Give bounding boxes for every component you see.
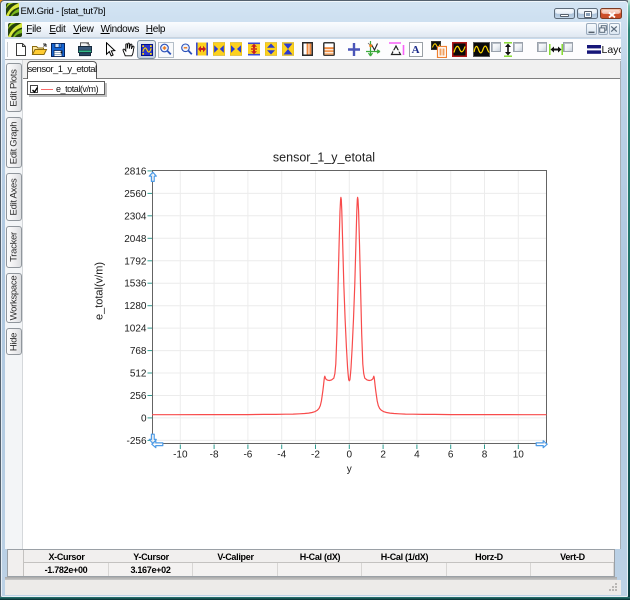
svg-text:2048: 2048 [124,234,147,245]
svg-text:1280: 1280 [124,301,147,312]
svg-text:2: 2 [380,450,386,461]
svg-text:-256: -256 [126,436,146,447]
svg-text:768: 768 [130,346,147,357]
svg-text:0: 0 [141,413,147,424]
svg-text:0: 0 [347,450,353,461]
svg-text:e_total(v/m): e_total(v/m) [94,262,106,320]
svg-text:10: 10 [513,450,525,461]
svg-text:6: 6 [448,450,454,461]
svg-text:-6: -6 [243,450,252,461]
svg-text:4: 4 [414,450,420,461]
svg-text:-2: -2 [311,450,320,461]
svg-text:2304: 2304 [124,211,147,222]
svg-text:8: 8 [482,450,488,461]
svg-text:512: 512 [130,369,147,380]
svg-text:y: y [347,464,352,475]
svg-text:2816: 2816 [124,166,147,177]
svg-text:2560: 2560 [124,189,147,200]
svg-text:1536: 1536 [124,279,147,290]
svg-text:-10: -10 [173,450,188,461]
svg-text:-4: -4 [277,450,286,461]
svg-text:sensor_1_y_etotal: sensor_1_y_etotal [273,151,375,165]
svg-text:256: 256 [130,391,147,402]
svg-text:1024: 1024 [124,324,147,335]
svg-text:-8: -8 [210,450,219,461]
svg-text:1792: 1792 [124,256,147,267]
